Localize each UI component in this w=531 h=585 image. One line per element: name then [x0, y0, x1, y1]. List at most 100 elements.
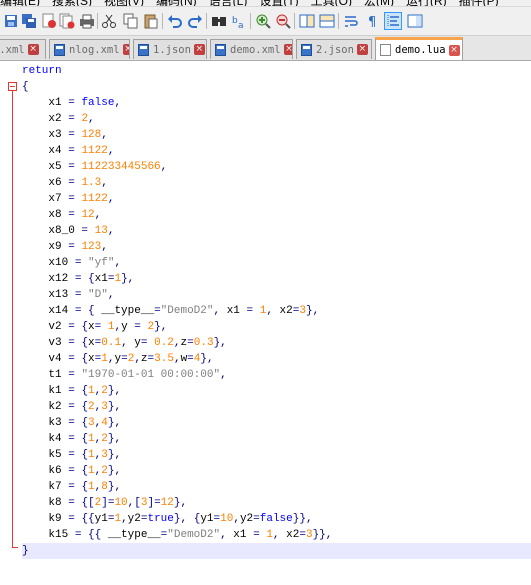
code-line: k9 = {{y1=1,y2=true}, {y1=10,y2=false}}, [22, 513, 313, 525]
toolbar-separator [338, 13, 339, 29]
fold-line [12, 91, 13, 547]
file-icon [215, 43, 226, 56]
tab-demo-xml[interactable]: demo.xml × [210, 39, 293, 59]
code-line: v4 = {x=1,y=2,z=3.5,w=4}, [22, 353, 214, 365]
tab-2-json[interactable]: 2.json × [296, 39, 372, 59]
undo-icon[interactable] [166, 12, 184, 30]
code-line: x2 = 2, [22, 113, 95, 125]
code-line: k4 = {1,2}, [22, 433, 122, 445]
indent-guide-icon[interactable] [384, 12, 402, 30]
code-line: k2 = {2,3}, [22, 401, 122, 413]
code-line: x6 = 1.3, [22, 177, 108, 189]
fold-toggle-icon[interactable] [8, 82, 17, 91]
code-line: x8 = 12, [22, 209, 102, 221]
menu-item[interactable]: 编辑(E) [0, 0, 40, 6]
toolbar-separator [250, 13, 251, 29]
tab-1-json[interactable]: 1.json × [133, 39, 207, 59]
code-line: } [22, 543, 531, 559]
close-tab-icon[interactable]: × [448, 44, 460, 56]
menu-item[interactable]: 编码(N) [156, 0, 197, 6]
toolbar-separator [294, 13, 295, 29]
cut-icon[interactable] [100, 12, 118, 30]
code-line: return [22, 65, 62, 77]
code-line: x3 = 128, [22, 129, 108, 141]
code-line: k8 = {[2]=10,[3]=12}, [22, 497, 188, 509]
document-map-icon[interactable] [406, 12, 424, 30]
print-icon[interactable] [78, 12, 96, 30]
menu-bar: 编辑(E) 搜索(S) 视图(V) 编码(N) 语言(L) 设置(T) 工具(O) 宏(M) 运… [0, 0, 531, 7]
close-tab-icon[interactable]: × [27, 44, 39, 55]
sync-horizontal-icon[interactable] [318, 12, 336, 30]
close-tab-icon[interactable]: × [193, 44, 205, 55]
code-line: k7 = {1,8}, [22, 481, 122, 493]
show-all-chars-icon[interactable]: ¶ [364, 12, 382, 30]
tab-nlog-xml[interactable]: nlog.xml× [49, 39, 130, 59]
code-line: k6 = {1,2}, [22, 465, 122, 477]
close-all-icon[interactable] [58, 12, 76, 30]
menu-item[interactable]: 设置(T) [259, 0, 298, 6]
code-line: k3 = {3,4}, [22, 417, 122, 429]
file-icon [138, 43, 149, 56]
code-line: x7 = 1122, [22, 193, 115, 205]
tab-m-xml[interactable]: m.xml× [0, 39, 46, 59]
menu-item[interactable]: 宏(M) [364, 0, 394, 6]
file-icon [301, 43, 312, 56]
code-line: x14 = { __type__="DemoD2", x1 = 1, x2=3}… [22, 305, 320, 317]
find-icon[interactable] [210, 12, 228, 30]
close-tab-icon[interactable]: × [122, 44, 129, 55]
fold-end-marker [12, 547, 18, 548]
toolbar-separator [97, 13, 98, 29]
menu-item[interactable]: 视图(V) [104, 0, 144, 6]
code-line: { [22, 81, 29, 93]
tab-label: 2.json [316, 43, 354, 56]
code-line: x9 = 123, [22, 241, 108, 253]
save-all-icon[interactable] [20, 12, 38, 30]
close-tab-icon[interactable]: × [356, 44, 368, 55]
menu-item[interactable]: 运行(R) [406, 0, 447, 6]
zoom-out-icon[interactable] [274, 12, 292, 30]
close-tab-icon[interactable]: × [283, 44, 292, 55]
tab-label: 1.json [153, 43, 191, 56]
replace-icon[interactable]: ba [230, 12, 248, 30]
menu-item[interactable]: 插件(P) [459, 0, 499, 6]
tab-label: nlog.xml [69, 43, 120, 56]
code-line: x10 = "yf", [22, 257, 122, 269]
code-line: x8_0 = 13, [22, 225, 115, 237]
tab-bar: m.xml×nlog.xml×1.json×demo.xml×2.json×de… [0, 36, 531, 61]
code-line: x12 = {x1=1}, [22, 273, 135, 285]
file-icon [380, 44, 391, 56]
fold-margin [0, 61, 18, 585]
menu-item[interactable]: 搜索(S) [52, 0, 92, 6]
tab-label: demo.lua [395, 44, 446, 56]
file-icon [54, 43, 65, 56]
code-line: v3 = {x=0.1, y= 0.2,z=0.3}, [22, 337, 227, 349]
menu-item[interactable]: 语言(L) [209, 0, 248, 6]
code-text[interactable]: return { x1 = false, x2 = 2, x3 = 128, x4… [22, 63, 531, 559]
sync-vertical-icon[interactable] [298, 12, 316, 30]
redo-icon[interactable] [186, 12, 204, 30]
zoom-in-icon[interactable] [254, 12, 272, 30]
toolbar: b a ¶ [0, 7, 531, 36]
code-line: x13 = "D", [22, 289, 115, 301]
word-wrap-icon[interactable] [342, 12, 360, 30]
code-line: k1 = {1,2}, [22, 385, 122, 397]
code-line: t1 = "1970-01-01 00:00:00", [22, 369, 227, 381]
save-icon[interactable] [2, 12, 20, 30]
menu-item[interactable]: 工具(O) [311, 0, 352, 6]
copy-icon[interactable] [122, 12, 140, 30]
code-line: v2 = {x= 1,y = 2}, [22, 321, 168, 333]
code-line: x5 = 112233445566, [22, 161, 168, 173]
paste-icon[interactable] [142, 12, 160, 30]
tab-demo-lua[interactable]: demo.lua × [375, 37, 463, 60]
tab-label: demo.xml [230, 43, 281, 56]
code-line: k15 = {{ __type__="DemoD2", x1 = 1, x2=3… [22, 529, 333, 541]
toolbar-separator [162, 13, 163, 29]
tab-label: m.xml [0, 43, 25, 56]
close-icon[interactable] [40, 12, 58, 30]
toolbar-separator [206, 13, 207, 29]
svg-text:¶: ¶ [368, 15, 376, 29]
code-line: k5 = {1,3}, [22, 449, 122, 461]
code-editor[interactable]: return { x1 = false, x2 = 2, x3 = 128, x4… [0, 61, 531, 585]
svg-text:a: a [238, 21, 244, 29]
code-line: x1 = false, [22, 97, 122, 109]
